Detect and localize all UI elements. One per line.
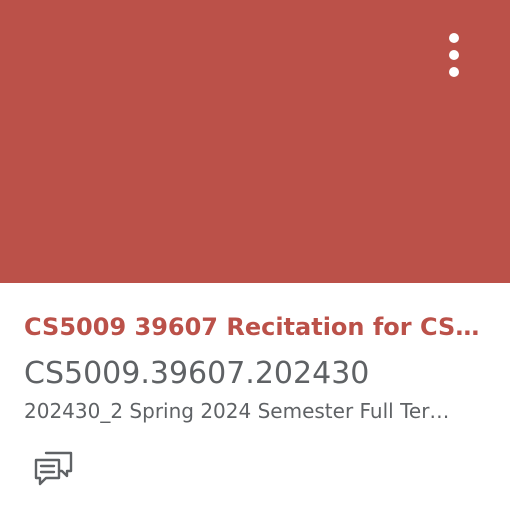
course-options-button[interactable] [434,22,474,86]
course-card-hero[interactable] [0,0,510,283]
course-code: CS5009.39607.202430 [24,356,370,391]
course-card: CS5009 39607 Recitation for CS 5… CS5009… [0,0,510,512]
discussions-icon [34,451,73,486]
course-term: 202430_2 Spring 2024 Semester Full Ter… [24,399,450,423]
kebab-menu-icon-dot [449,50,459,60]
discussions-button[interactable] [33,449,75,489]
kebab-menu-icon-dot [449,67,459,77]
course-title-link[interactable]: CS5009 39607 Recitation for CS 5… [24,312,486,342]
kebab-menu-icon [449,33,459,43]
